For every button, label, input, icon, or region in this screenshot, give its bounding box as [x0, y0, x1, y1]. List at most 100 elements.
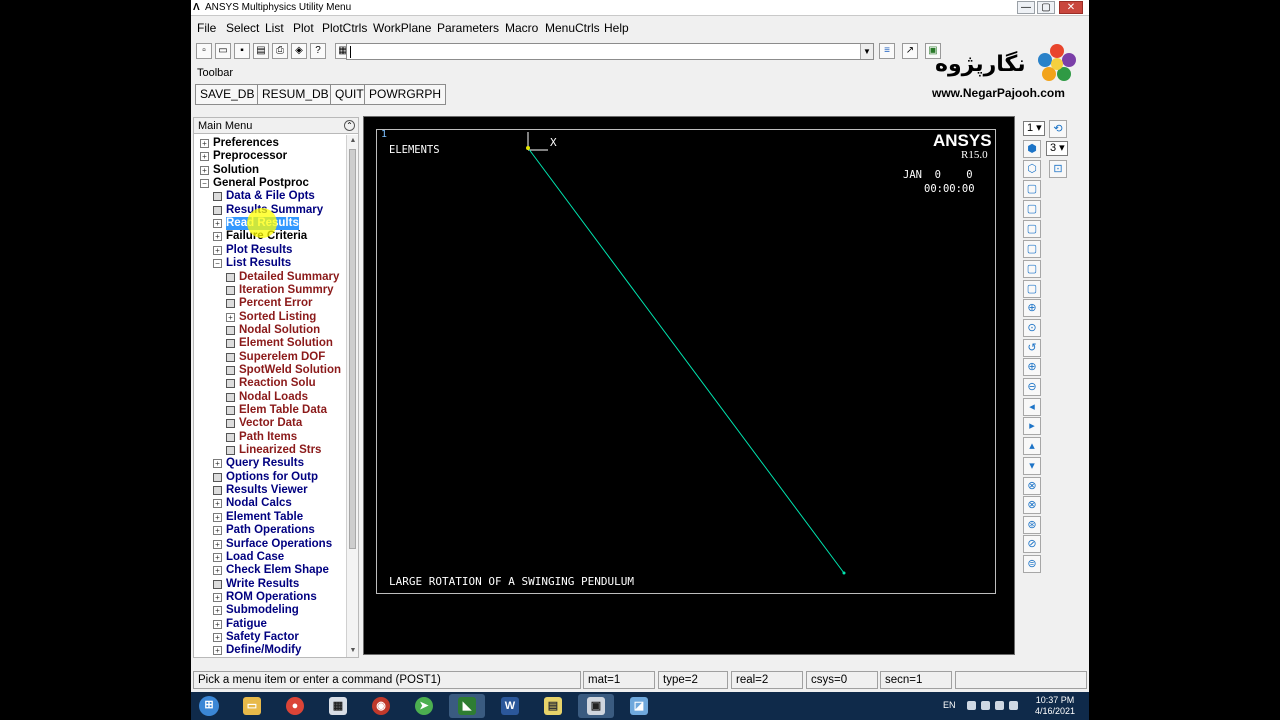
taskbar-notes[interactable]: ▤	[535, 694, 571, 718]
bottom-view-icon[interactable]: ▢	[1023, 240, 1041, 258]
collapse-icon[interactable]: ⌃	[344, 120, 355, 131]
back-view-icon[interactable]: ▢	[1023, 200, 1041, 218]
help-icon[interactable]: ?	[310, 43, 326, 59]
tray-network-icon[interactable]	[995, 701, 1004, 710]
command-input[interactable]: ▼	[346, 43, 874, 60]
print-icon[interactable]: ⎙	[272, 43, 288, 59]
right-view-icon[interactable]: ▢	[1023, 280, 1041, 298]
pan-up-icon[interactable]: ▴	[1023, 437, 1041, 455]
expand-icon[interactable]: +	[213, 632, 222, 642]
tray-volume-icon[interactable]	[1009, 701, 1018, 710]
rate-slider-icon[interactable]: ⊜	[1023, 555, 1041, 573]
expand-icon[interactable]: +	[213, 499, 222, 509]
expand-icon[interactable]: +	[213, 552, 222, 562]
report-icon[interactable]: ▤	[253, 43, 269, 59]
fit-view-icon[interactable]: ⊡	[1049, 160, 1067, 178]
taskbar-window[interactable]: ▣	[578, 694, 614, 718]
leaf-item-icon[interactable]	[226, 365, 235, 375]
leaf-item-icon[interactable]	[213, 472, 222, 482]
expand-icon[interactable]: +	[213, 566, 222, 576]
expand-icon[interactable]: +	[213, 592, 222, 602]
menu-parameters[interactable]: Parameters	[437, 21, 499, 35]
pan-down-icon[interactable]: ▾	[1023, 457, 1041, 475]
taskbar-chrome[interactable]: ●	[277, 694, 313, 718]
collapse-icon[interactable]: −	[213, 259, 222, 269]
expand-icon[interactable]: +	[226, 312, 235, 322]
window-select[interactable]: 1 ▾	[1023, 121, 1045, 136]
leaf-item-icon[interactable]	[226, 446, 235, 456]
taskbar-recorder[interactable]: ◉	[363, 694, 399, 718]
zoom-icon[interactable]: ⊕	[1023, 299, 1041, 317]
leaf-item-icon[interactable]	[226, 406, 235, 415]
scroll-thumb[interactable]	[349, 149, 356, 549]
leaf-item-icon[interactable]	[213, 486, 222, 496]
collapse-icon[interactable]: −	[200, 179, 209, 189]
expand-icon[interactable]: +	[213, 219, 222, 229]
expand-icon[interactable]: +	[200, 165, 209, 175]
menu-workplane[interactable]: WorkPlane	[373, 21, 431, 35]
expand-icon[interactable]: +	[213, 606, 222, 616]
top-view-icon[interactable]: ▢	[1023, 220, 1041, 238]
minimize-button[interactable]: —	[1017, 1, 1035, 14]
view-select[interactable]: 3 ▾	[1046, 141, 1068, 156]
open-folder-icon[interactable]: ▭	[215, 43, 231, 59]
expand-icon[interactable]: +	[213, 619, 222, 629]
scroll-down-icon[interactable]: ▼	[347, 645, 359, 657]
menu-menuctrls[interactable]: MenuCtrls	[545, 21, 600, 35]
graphics-area[interactable]: 1 ELEMENTS ANSYS R15.0 JAN 0 0 00:00:00 …	[363, 116, 1015, 655]
oblique-view-icon[interactable]: ⬡	[1023, 160, 1041, 178]
left-view-icon[interactable]: ▢	[1023, 260, 1041, 278]
dynamic-mode-icon[interactable]: ⟲	[1049, 120, 1067, 138]
main-menu-scrollbar[interactable]: ▲ ▼	[346, 135, 358, 657]
save-db-button[interactable]: SAVE_DB	[195, 84, 260, 105]
leaf-item-icon[interactable]	[213, 579, 222, 589]
leaf-item-icon[interactable]	[226, 352, 235, 362]
scroll-up-icon[interactable]: ▲	[347, 135, 359, 147]
menu-macro[interactable]: Macro	[505, 21, 538, 35]
leaf-item-icon[interactable]	[226, 285, 235, 295]
rotate-z-icon[interactable]: ⊛	[1023, 516, 1041, 534]
resum-db-button[interactable]: RESUM_DB	[257, 84, 334, 105]
start-button[interactable]: ⊞	[193, 694, 225, 718]
taskbar-word[interactable]: W	[492, 694, 528, 718]
leaf-item-icon[interactable]	[226, 272, 235, 282]
front-view-icon[interactable]: ▢	[1023, 180, 1041, 198]
expand-icon[interactable]: +	[213, 232, 222, 242]
iso-view-icon[interactable]: ⬢	[1023, 140, 1041, 158]
quit-button[interactable]: QUIT	[330, 84, 369, 105]
raise-hidden-icon[interactable]: ≡	[879, 43, 895, 59]
expand-icon[interactable]: +	[200, 139, 209, 148]
expand-icon[interactable]: +	[213, 512, 222, 522]
language-indicator[interactable]: EN	[943, 700, 956, 711]
chevron-down-icon[interactable]: ▼	[860, 44, 873, 59]
save-icon[interactable]: ▪	[234, 43, 250, 59]
menu-select[interactable]: Select	[226, 21, 259, 35]
new-file-icon[interactable]: ▫	[196, 43, 212, 59]
powrgrph-button[interactable]: POWRGRPH	[364, 84, 446, 105]
graphics-window[interactable]: 1 ELEMENTS ANSYS R15.0 JAN 0 0 00:00:00 …	[376, 129, 996, 594]
rotate-neg-z-icon[interactable]: ⊘	[1023, 535, 1041, 553]
maximize-button[interactable]: ▢	[1037, 1, 1055, 14]
expand-icon[interactable]: +	[213, 245, 222, 255]
expand-icon[interactable]: +	[213, 646, 222, 656]
menu-help[interactable]: Help	[604, 21, 629, 35]
leaf-item-icon[interactable]	[213, 205, 222, 215]
leaf-item-icon[interactable]	[226, 392, 235, 402]
box-zoom-icon[interactable]: ⊙	[1023, 319, 1041, 337]
back-up-zoom-icon[interactable]: ↺	[1023, 339, 1041, 357]
leaf-item-icon[interactable]	[226, 299, 235, 309]
tray-up-icon[interactable]	[967, 701, 976, 710]
leaf-item-icon[interactable]	[226, 419, 235, 429]
rotate-x-icon[interactable]: ⊗	[1023, 477, 1041, 495]
taskbar-calendar[interactable]: ▦	[320, 694, 356, 718]
system-clock[interactable]: 10:37 PM 4/16/2021	[1033, 695, 1077, 717]
tray-flag-icon[interactable]	[981, 701, 990, 710]
menu-file[interactable]: File	[197, 21, 216, 35]
taskbar-ansys[interactable]: ◣	[449, 694, 485, 718]
zoom-in-icon[interactable]: ⊕	[1023, 358, 1041, 376]
rotate-y-icon[interactable]: ⊗	[1023, 496, 1041, 514]
menu-plot[interactable]: Plot	[293, 21, 314, 35]
leaf-item-icon[interactable]	[226, 432, 235, 442]
reset-picking-icon[interactable]: ↗	[902, 43, 918, 59]
pan-left-icon[interactable]: ◂	[1023, 398, 1041, 416]
